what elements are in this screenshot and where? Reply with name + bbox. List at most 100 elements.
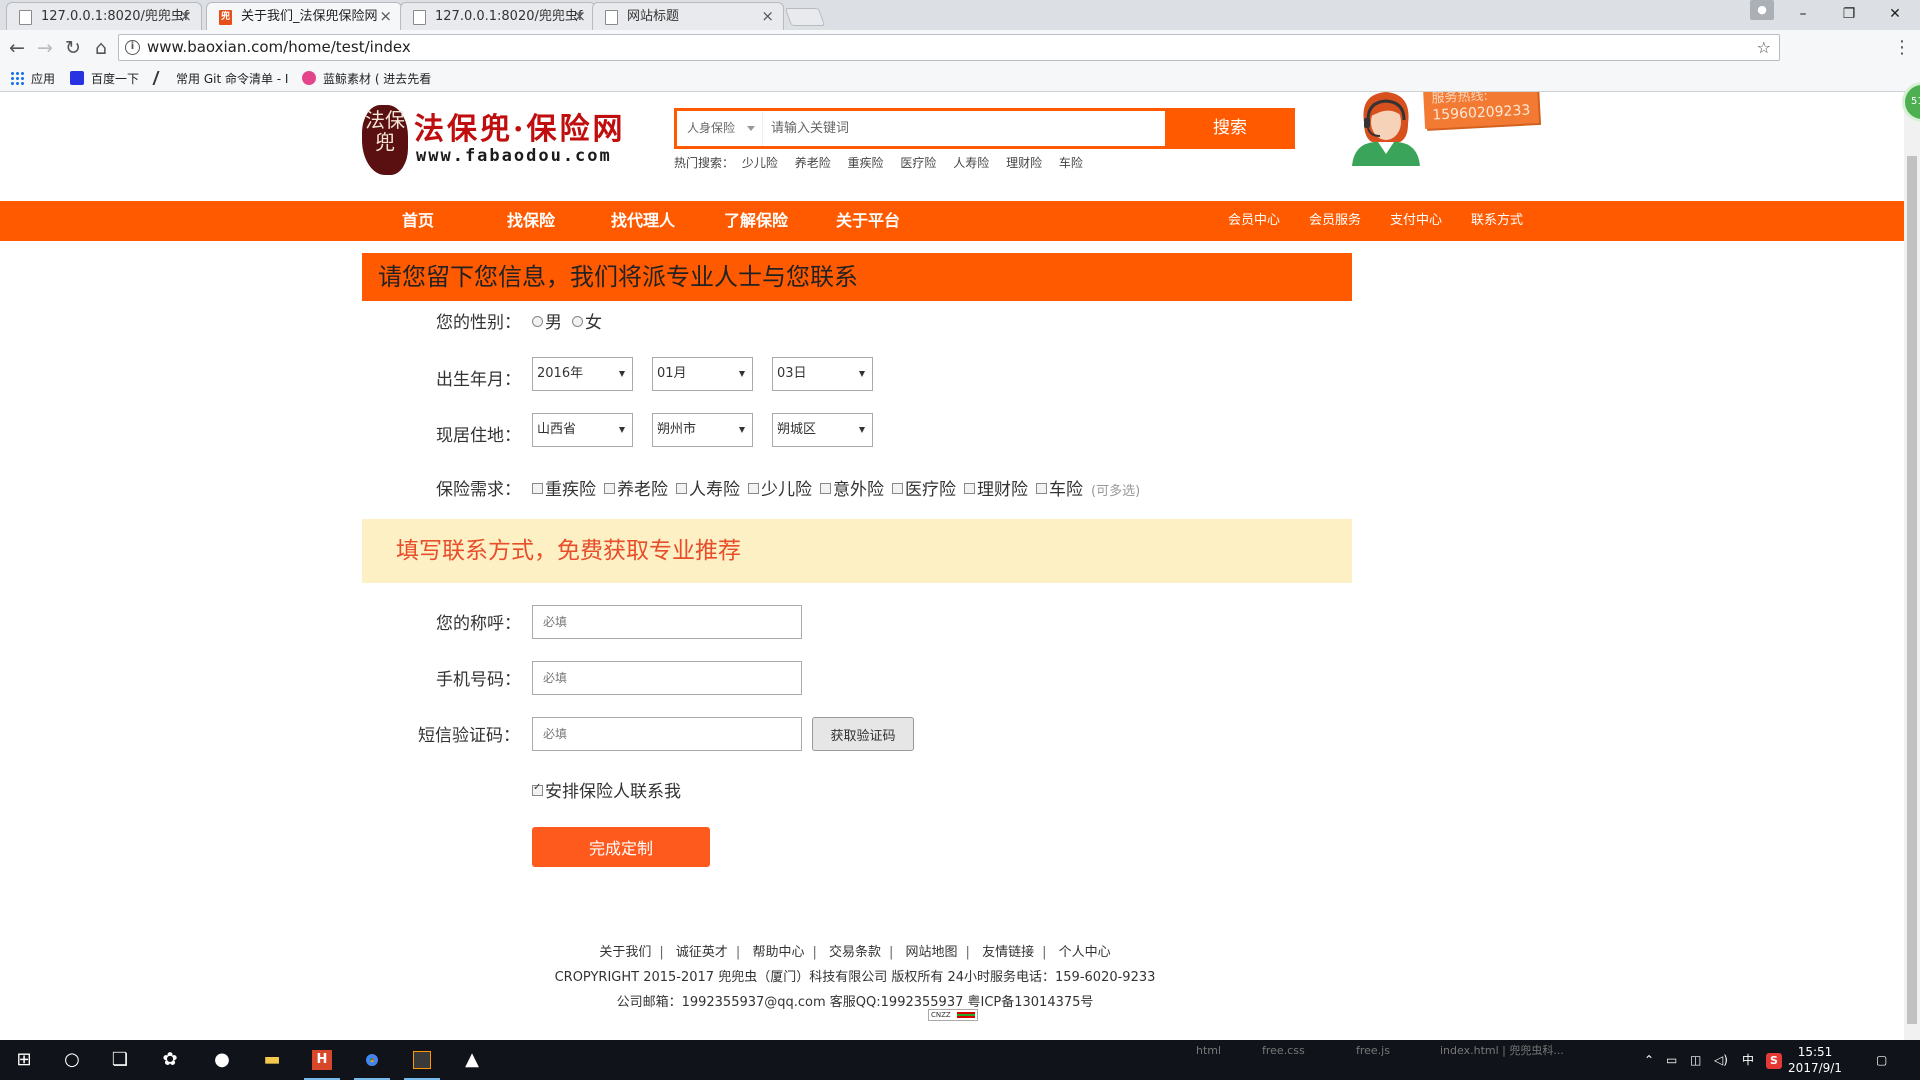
name-input[interactable] <box>532 605 802 639</box>
back-icon[interactable]: ← <box>4 35 30 61</box>
forward-icon[interactable]: → <box>32 35 58 61</box>
close-icon[interactable]: × <box>179 3 192 30</box>
need-checkbox[interactable]: 意外险 <box>820 475 884 500</box>
profile-icon[interactable]: ● <box>1750 0 1774 20</box>
url-text[interactable]: www.baoxian.com/home/test/index <box>147 35 411 60</box>
province-select[interactable]: 山西省 <box>532 413 633 447</box>
customer-service-agent-icon <box>1352 92 1420 166</box>
tray-chevron-icon[interactable]: ⌃ <box>1644 1040 1654 1080</box>
chrome-icon[interactable] <box>348 1040 396 1080</box>
get-code-button[interactable]: 获取验证码 <box>812 717 914 751</box>
nav-payment-center[interactable]: 支付中心 <box>1390 201 1442 241</box>
need-checkbox[interactable]: 理财险 <box>964 475 1028 500</box>
browser-tab-3[interactable]: 127.0.0.1:8020/兜兜虫f × <box>400 2 596 30</box>
close-icon[interactable]: × <box>379 3 392 30</box>
need-checkbox[interactable]: 医疗险 <box>892 475 956 500</box>
bookmark-lanjing[interactable]: 蓝鲸素材 ( 进去先看 <box>302 66 431 92</box>
bookmark-git[interactable]: 常用 Git 命令清单 - I <box>152 66 288 92</box>
nav-about-platform[interactable]: 关于平台 <box>836 201 900 241</box>
info-icon[interactable]: i <box>125 40 140 55</box>
nav-learn-insurance[interactable]: 了解保险 <box>724 201 788 241</box>
need-checkbox[interactable]: 重疾险 <box>532 475 596 500</box>
new-tab-button[interactable] <box>784 8 826 26</box>
sms-code-input[interactable] <box>532 717 802 751</box>
hot-search-link[interactable]: 理财险 <box>1006 156 1042 170</box>
search-box: 人身保险 搜索 <box>674 108 1295 149</box>
taskbar-clock[interactable]: 15:51 2017/9/1 <box>1780 1044 1850 1076</box>
footer-copyright: CROPYRIGHT 2015-2017 兜兜虫（厦门）科技有限公司 版权所有 … <box>554 970 1156 985</box>
birth-month-select[interactable]: 01月 <box>652 357 753 391</box>
footer-link[interactable]: 诚征英才 <box>676 945 728 960</box>
page-scrollbar[interactable] <box>1904 92 1920 1040</box>
bookmark-apps[interactable]: 应用 <box>10 66 55 92</box>
search-button[interactable]: 搜索 <box>1165 108 1295 149</box>
arrange-contact-checkbox[interactable]: 安排保险人联系我 <box>532 777 681 802</box>
sublime-icon[interactable] <box>398 1040 446 1080</box>
gender-male-radio[interactable]: 男 <box>532 308 562 333</box>
browser-tab-2[interactable]: 兜 关于我们_法保兜保险网 × <box>206 2 402 30</box>
need-checkbox[interactable]: 车险 <box>1036 475 1083 500</box>
restore-icon[interactable]: ❐ <box>1826 0 1872 28</box>
network-icon[interactable]: ◫ <box>1690 1040 1701 1080</box>
nav-home[interactable]: 首页 <box>402 201 434 241</box>
footer-link[interactable]: 交易条款 <box>829 945 881 960</box>
hbuilder-icon[interactable]: H <box>298 1040 346 1080</box>
hot-search-link[interactable]: 养老险 <box>795 156 831 170</box>
city-select[interactable]: 朔州市 <box>652 413 753 447</box>
task-view-icon[interactable]: ❏ <box>96 1040 144 1080</box>
need-checkbox[interactable]: 少儿险 <box>748 475 812 500</box>
hot-search-link[interactable]: 重疾险 <box>848 156 884 170</box>
footer-link[interactable]: 友情链接 <box>982 945 1034 960</box>
search-category-select[interactable]: 人身保险 <box>677 111 763 146</box>
window-close-icon[interactable]: ✕ <box>1872 0 1918 28</box>
battery-icon[interactable]: ▭ <box>1666 1040 1677 1080</box>
hot-search-link[interactable]: 车险 <box>1059 156 1083 170</box>
app-pinwheel-icon[interactable]: ✿ <box>146 1040 194 1080</box>
birth-day-select[interactable]: 03日 <box>772 357 873 391</box>
close-icon[interactable]: × <box>573 3 586 30</box>
minimize-icon[interactable]: – <box>1780 0 1826 28</box>
footer-link[interactable]: 关于我们 <box>599 945 651 960</box>
scrollbar-thumb[interactable] <box>1907 156 1917 1024</box>
nav-member-service[interactable]: 会员服务 <box>1309 201 1361 241</box>
footer-link[interactable]: 帮助中心 <box>752 945 804 960</box>
notification-icon[interactable]: ▢ <box>1876 1040 1887 1080</box>
browser-menu-icon[interactable]: ⋮ <box>1892 35 1912 61</box>
submit-button[interactable]: 完成定制 <box>532 827 710 867</box>
volume-icon[interactable]: ◁) <box>1714 1040 1728 1080</box>
omnibox[interactable]: i www.baoxian.com/home/test/index ☆ <box>118 34 1780 61</box>
need-checkbox[interactable]: 养老险 <box>604 475 668 500</box>
file-explorer-icon[interactable]: ▬ <box>248 1040 296 1080</box>
qq-penguin-icon[interactable]: ● <box>198 1040 246 1080</box>
district-select[interactable]: 朔城区 <box>772 413 873 447</box>
home-icon[interactable]: ⌂ <box>88 35 114 61</box>
reload-icon[interactable]: ↻ <box>60 35 86 61</box>
phone-input[interactable] <box>532 661 802 695</box>
bookmark-star-icon[interactable]: ☆ <box>1757 35 1771 60</box>
hot-search-link[interactable]: 少儿险 <box>742 156 778 170</box>
bookmark-baidu[interactable]: 百度一下 <box>70 66 139 92</box>
footer-link[interactable]: 网站地图 <box>906 945 958 960</box>
hot-search-link[interactable]: 人寿险 <box>953 156 989 170</box>
main-nav-bar: 首页 找保险 找代理人 了解保险 关于平台 会员中心 会员服务 支付中心 联系方… <box>0 201 1904 241</box>
ime-indicator[interactable]: 中 <box>1742 1040 1754 1080</box>
close-icon[interactable]: × <box>761 3 774 30</box>
hot-search-link[interactable]: 医疗险 <box>900 156 936 170</box>
search-icon[interactable]: ○ <box>48 1040 96 1080</box>
browser-tab-1[interactable]: 127.0.0.1:8020/兜兜虫f × <box>6 2 202 30</box>
need-checkbox[interactable]: 人寿险 <box>676 475 740 500</box>
site-logo[interactable]: 法保兜 法保兜·保险网 www.fabaodou.com <box>362 102 642 182</box>
birth-year-select[interactable]: 2016年 <box>532 357 633 391</box>
windows-start-icon[interactable]: ⊞ <box>0 1040 48 1080</box>
nav-find-agent[interactable]: 找代理人 <box>611 201 675 241</box>
nav-contact[interactable]: 联系方式 <box>1471 201 1523 241</box>
gender-female-radio[interactable]: 女 <box>572 308 602 333</box>
photos-icon[interactable]: ▲ <box>448 1040 496 1080</box>
browser-tab-4[interactable]: 网站标题 × <box>592 2 784 30</box>
cnzz-stat-badge[interactable]: CNZZ <box>928 1009 978 1021</box>
footer-link[interactable]: 个人中心 <box>1059 945 1111 960</box>
search-input[interactable] <box>771 113 1151 144</box>
nav-find-insurance[interactable]: 找保险 <box>507 201 555 241</box>
nav-member-center[interactable]: 会员中心 <box>1228 201 1280 241</box>
checkbox-icon <box>532 483 543 494</box>
